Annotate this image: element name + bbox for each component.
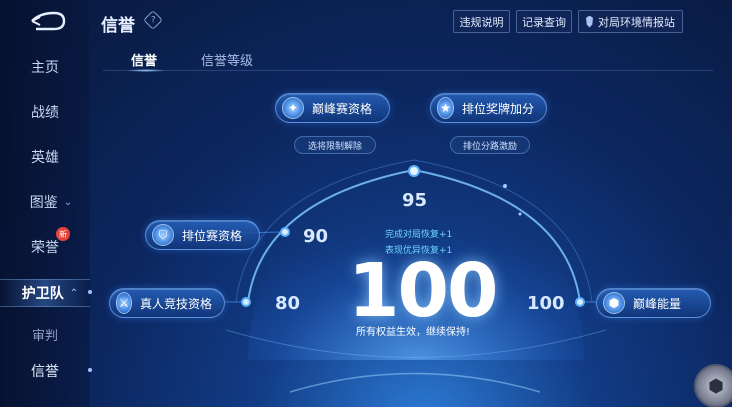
threshold-node-95: [408, 165, 420, 177]
sidebar-item-honor[interactable]: 荣誉 新: [0, 227, 90, 261]
new-badge: 新: [56, 227, 70, 241]
credit-status-text: 所有权益生效，继续保持!: [356, 327, 471, 338]
rank-medal-label: 排位奖牌加分: [461, 101, 534, 116]
sidebar-item-label: 审判: [31, 328, 58, 344]
guard-emblem-icon[interactable]: ⬢: [694, 364, 732, 407]
rank-medal-bonus-button[interactable]: ★ 排位奖牌加分: [430, 93, 547, 123]
ranked-match-qualification-button[interactable]: ⛉ 排位赛资格: [145, 220, 260, 250]
ranked-match-label: 排位赛资格: [182, 228, 243, 243]
lane-incentive-tag: 排位分路激励: [450, 136, 530, 154]
sidebar-item-heroes[interactable]: 英雄: [0, 143, 90, 171]
threshold-label-100: 100: [527, 293, 565, 314]
threshold-label-95: 95: [402, 190, 428, 211]
threshold-node-80: [241, 297, 251, 307]
violation-rules-button[interactable]: 违规说明: [453, 10, 510, 33]
threshold-node-90: [280, 227, 290, 237]
bonus-match-complete: 完成对局恢复+1: [385, 230, 453, 240]
sidebar-item-label: 英雄: [31, 150, 59, 166]
tab-credit-level[interactable]: 信誉等级: [201, 50, 253, 69]
sidebar-item-label: 护卫队: [21, 286, 64, 302]
tab-active-indicator: [126, 69, 166, 72]
sidebar-item-home[interactable]: 主页: [0, 53, 90, 81]
peak-match-qualification-button[interactable]: ✦ 巅峰赛资格: [275, 93, 390, 123]
page-title: 信誉: [101, 16, 135, 36]
sidebar-item-guard[interactable]: 护卫队 ⌃: [0, 279, 90, 307]
guard-shield-icon: [586, 15, 593, 28]
peak-energy-button[interactable]: ⬢ 巅峰能量: [596, 288, 711, 318]
sidebar-item-records[interactable]: 战绩: [0, 98, 90, 126]
back-arrow-icon: [31, 11, 66, 31]
diamond-crest-icon: ✦: [282, 97, 304, 119]
peak-energy-label: 巅峰能量: [633, 296, 682, 311]
active-indicator-dot: [88, 290, 92, 294]
selected-indicator-dot: [88, 368, 92, 372]
shield-icon: ⛉: [152, 224, 174, 246]
sidebar: 主页 战绩 英雄 图鉴 ⌄ 荣誉 新 护卫队 ⌃ 审判 信誉: [0, 0, 92, 407]
sidebar-item-label: 主页: [31, 60, 59, 76]
tab-credit[interactable]: 信誉: [131, 50, 157, 69]
sidebar-item-label: 荣誉: [31, 240, 59, 256]
hexagon-energy-icon: ⬢: [603, 292, 625, 314]
match-environment-button[interactable]: 对局环境情报站: [578, 10, 683, 33]
credit-gauge-arc: [189, 159, 607, 393]
peak-match-label: 巅峰赛资格: [312, 101, 373, 116]
sidebar-item-judgment[interactable]: 审判: [0, 320, 90, 348]
back-button[interactable]: [30, 10, 66, 32]
real-person-competition-button[interactable]: ⚔ 真人竞技资格: [109, 288, 225, 318]
chevron-up-icon: ⌃: [69, 287, 79, 299]
credit-score-value: 100: [348, 248, 498, 334]
threshold-label-80: 80: [275, 293, 301, 314]
pick-restriction-tag: 选将限制解除: [294, 136, 376, 154]
sidebar-item-label: 战绩: [31, 105, 59, 121]
sidebar-item-label: 信誉: [31, 364, 59, 380]
threshold-label-90: 90: [303, 226, 329, 247]
real-person-label: 真人竞技资格: [139, 296, 212, 311]
threshold-node-100: [575, 297, 585, 307]
tab-divider: [103, 70, 713, 71]
crossed-swords-icon: ⚔: [116, 292, 132, 314]
chevron-down-icon: ⌄: [63, 196, 73, 208]
match-environment-label: 对局环境情报站: [598, 15, 675, 29]
sidebar-item-credit[interactable]: 信誉: [0, 357, 90, 385]
sidebar-item-codex[interactable]: 图鉴 ⌄: [0, 188, 90, 216]
record-query-button[interactable]: 记录查询: [516, 10, 572, 33]
star-medal-icon: ★: [437, 97, 454, 119]
sidebar-item-label: 图鉴: [29, 195, 58, 211]
